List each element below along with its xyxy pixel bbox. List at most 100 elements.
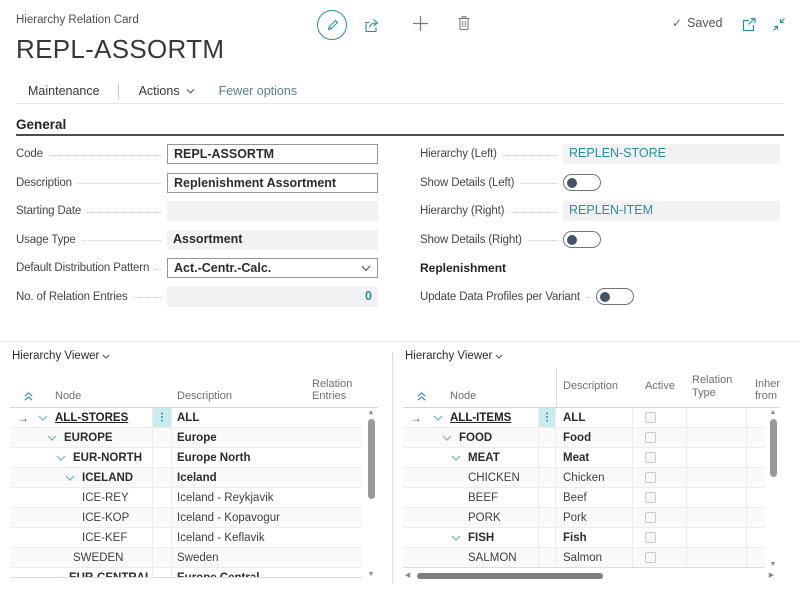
node-label[interactable]: EUR-NORTH: [73, 452, 142, 464]
scroll-up-arrow[interactable]: ▲: [768, 408, 778, 417]
node-label[interactable]: FISH: [468, 532, 494, 544]
table-row[interactable]: CHICKENChicken: [403, 468, 765, 488]
scroll-right-arrow[interactable]: ▶: [767, 571, 776, 580]
no-of-relation-entries-field[interactable]: 0: [167, 287, 378, 307]
hierarchy-right-link[interactable]: REPLEN-ITEM: [563, 201, 780, 221]
row-menu-icon[interactable]: ⋮: [538, 408, 556, 427]
hierarchy-left-link[interactable]: REPLEN-STORE: [563, 144, 780, 164]
maintenance-menu[interactable]: Maintenance: [16, 81, 110, 101]
share-icon[interactable]: [362, 16, 382, 34]
node-label[interactable]: EUROPE: [64, 432, 113, 444]
relation-type-cell: [687, 528, 747, 547]
expand-chevron-icon[interactable]: [65, 475, 75, 481]
node-label[interactable]: CHICKEN: [468, 472, 520, 484]
row-menu-icon: [152, 528, 172, 547]
table-row[interactable]: ICE-REYIceland - Reykjavik: [10, 488, 362, 508]
field-row-relation-entries: No. of Relation Entries 0: [16, 287, 378, 307]
node-label[interactable]: FOOD: [459, 432, 492, 444]
table-row[interactable]: EUR-CENTRALEurope Central: [10, 568, 362, 578]
show-details-right-toggle[interactable]: [563, 231, 601, 248]
node-label[interactable]: PORK: [468, 512, 501, 524]
table-row[interactable]: FOODFood: [403, 428, 765, 448]
table-row[interactable]: PORKPork: [403, 508, 765, 528]
table-row[interactable]: →ALL-STORES⋮ALL: [10, 408, 362, 428]
hierarchy-viewer-left-title[interactable]: Hierarchy Viewer: [12, 350, 110, 362]
description-label: Meat: [563, 452, 589, 464]
right-vertical-scrollbar[interactable]: ▲ ▼: [768, 408, 778, 569]
trash-icon[interactable]: [455, 13, 473, 33]
expand-chevron-icon[interactable]: [451, 535, 461, 541]
node-label[interactable]: SALMON: [468, 552, 517, 564]
general-section-heading[interactable]: General: [16, 117, 66, 132]
scroll-left-arrow[interactable]: ◀: [403, 571, 412, 580]
node-label[interactable]: ICELAND: [82, 472, 133, 484]
table-row[interactable]: ICE-KOPIceland - Kopavogur: [10, 508, 362, 528]
breadcrumb[interactable]: Hierarchy Relation Card: [16, 14, 139, 26]
right-horizontal-scrollbar[interactable]: ◀ ▶: [403, 571, 778, 580]
scrollbar-thumb[interactable]: [368, 419, 375, 499]
collapse-all-icon[interactable]: [23, 391, 34, 402]
expand-chevron-icon[interactable]: [451, 455, 461, 461]
scrollbar-thumb[interactable]: [417, 573, 603, 579]
table-row[interactable]: ICELANDIceland: [10, 468, 362, 488]
collapse-all-icon[interactable]: [416, 391, 427, 402]
table-row[interactable]: SALMONSalmon: [403, 548, 765, 568]
node-label[interactable]: ICE-KOP: [82, 512, 129, 524]
column-header-relation-type[interactable]: Relation Type: [687, 370, 747, 403]
active-checkbox: [645, 492, 656, 503]
show-details-left-toggle[interactable]: [563, 174, 601, 191]
table-row[interactable]: EUROPEEurope: [10, 428, 362, 448]
column-header-relation-entries[interactable]: Relation Entries: [312, 378, 345, 403]
row-menu-icon[interactable]: ⋮: [152, 408, 172, 427]
expand-chevron-icon[interactable]: [433, 415, 443, 421]
hierarchy-viewer-right-title[interactable]: Hierarchy Viewer: [405, 350, 503, 362]
pane-splitter[interactable]: [392, 352, 393, 584]
table-row[interactable]: ICE-KEFIceland - Keflavik: [10, 528, 362, 548]
edit-pencil-icon[interactable]: [317, 10, 347, 40]
column-header-description[interactable]: Description: [172, 390, 312, 403]
node-label[interactable]: ALL-STORES: [55, 412, 128, 424]
description-input[interactable]: [167, 173, 378, 193]
table-row[interactable]: MEAT Meat: [403, 448, 765, 468]
fewer-options-button[interactable]: Fewer options: [219, 84, 298, 98]
field-label: Usage Type: [16, 234, 76, 246]
column-header-description[interactable]: Description: [556, 370, 633, 403]
scroll-down-arrow[interactable]: ▼: [366, 570, 376, 579]
table-row[interactable]: BEEFBeef: [403, 488, 765, 508]
default-distribution-pattern-select[interactable]: Act.-Centr.-Calc.: [167, 258, 378, 278]
expand-chevron-icon[interactable]: [442, 435, 452, 441]
left-vertical-scrollbar[interactable]: ▲ ▼: [366, 408, 376, 579]
expand-chevron-icon[interactable]: [56, 575, 62, 579]
node-label[interactable]: MEAT: [468, 452, 500, 464]
node-label[interactable]: BEEF: [468, 492, 498, 504]
table-row[interactable]: FISHFish: [403, 528, 765, 548]
column-header-inherited-from[interactable]: Inher from: [747, 378, 771, 403]
expand-chevron-icon[interactable]: [56, 455, 66, 461]
expand-chevron-icon[interactable]: [38, 415, 48, 421]
node-label[interactable]: SWEDEN: [73, 552, 123, 564]
popout-icon[interactable]: [740, 16, 758, 32]
node-label[interactable]: ALL-ITEMS: [450, 412, 511, 424]
plus-icon[interactable]: [410, 13, 430, 33]
collapse-icon[interactable]: [770, 16, 788, 32]
node-cell: MEAT: [427, 452, 538, 464]
table-row[interactable]: EUR-NORTHEurope North: [10, 448, 362, 468]
column-header-node[interactable]: Node: [427, 390, 538, 403]
hierarchy-relation-card-page: Hierarchy Relation Card REPL-ASSORTM ✓ S…: [0, 0, 800, 591]
node-label[interactable]: EUR-CENTRAL: [69, 572, 152, 579]
row-menu-icon: [538, 508, 556, 527]
scrollbar-thumb[interactable]: [770, 419, 777, 477]
column-header-node[interactable]: Node: [34, 390, 152, 403]
node-label[interactable]: ICE-KEF: [82, 532, 127, 544]
actions-menu[interactable]: Actions: [127, 81, 205, 101]
scroll-up-arrow[interactable]: ▲: [366, 408, 376, 417]
table-row[interactable]: SWEDENSweden: [10, 548, 362, 568]
code-input[interactable]: [167, 144, 378, 164]
column-header-active[interactable]: Active: [633, 370, 687, 403]
table-row[interactable]: →ALL-ITEMS⋮ALL: [403, 408, 765, 428]
expand-chevron-icon[interactable]: [47, 435, 57, 441]
scroll-down-arrow[interactable]: ▼: [768, 560, 778, 569]
update-data-profiles-toggle[interactable]: [596, 288, 634, 305]
node-cell: EUROPE: [34, 432, 152, 444]
node-label[interactable]: ICE-REY: [82, 492, 129, 504]
